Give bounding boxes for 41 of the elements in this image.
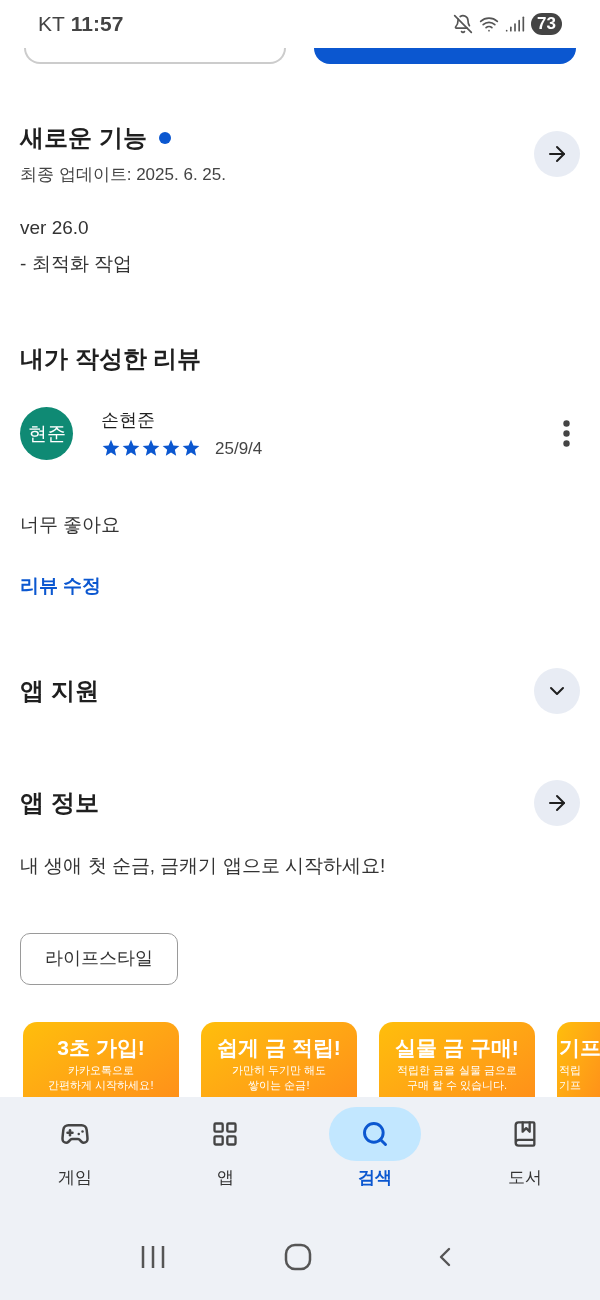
review-text: 너무 좋아요 <box>20 514 121 535</box>
reviewer-name: 손현준 <box>101 408 156 432</box>
battery-indicator: 73 <box>531 13 562 35</box>
card-text: 구매 할 수 있습니다. <box>406 1078 508 1093</box>
mute-icon <box>453 14 474 34</box>
card-text: 기프 <box>559 1078 581 1093</box>
card-text: 간편하게 시작하세요! <box>48 1078 154 1093</box>
release-note: - 최적화 작업 <box>20 252 133 276</box>
section-title: 새로운 기능 <box>20 123 147 153</box>
arrow-button[interactable] <box>534 780 580 826</box>
card-text: 적립한 금을 실물 금으로 <box>397 1063 517 1078</box>
card-text: 카카오톡으로 <box>68 1063 134 1078</box>
section-title: 내가 작성한 리뷰 <box>20 344 202 372</box>
clock: 11:57 <box>70 11 124 38</box>
card-title: 기프 <box>559 1034 600 1061</box>
carrier-name: KT <box>38 11 65 38</box>
update-date: 최종 업데이트: 2025. 6. 25. <box>20 164 226 186</box>
nav-tab[interactable]: 도서 <box>475 1106 575 1190</box>
card-title: 쉽게 금 적립! <box>217 1034 341 1061</box>
section-title: 앱 정보 <box>20 788 99 818</box>
card-title: 실물 금 구매! <box>395 1034 519 1061</box>
more-icon <box>563 420 570 448</box>
search-icon <box>361 1119 389 1148</box>
nav-tab[interactable]: 게임 <box>25 1106 125 1190</box>
arrow-button[interactable] <box>534 130 580 177</box>
card-text: 쌓이는 순금! <box>248 1078 310 1093</box>
card-title: 3초 가입! <box>57 1034 145 1061</box>
card-text: 적립 <box>559 1063 581 1078</box>
app-description: 내 생애 첫 순금, 금캐기 앱으로 시작하세요! <box>20 855 386 876</box>
category-chip[interactable]: 라이프스타일 <box>20 932 178 985</box>
avatar: 현준 <box>20 407 73 461</box>
grid-icon <box>211 1119 239 1148</box>
signal-icon <box>505 14 526 34</box>
review-date: 25/9/4 <box>215 437 263 460</box>
card-text: 가만히 두기만 해도 <box>231 1063 327 1078</box>
nav-tab[interactable]: 앱 <box>175 1106 275 1190</box>
wifi-icon <box>479 14 500 34</box>
release-note: ver 26.0 <box>20 215 90 240</box>
section-title: 앱 지원 <box>20 676 99 706</box>
edit-review-link[interactable]: 리뷰 수정 <box>20 574 102 596</box>
home-icon[interactable] <box>284 1243 312 1272</box>
